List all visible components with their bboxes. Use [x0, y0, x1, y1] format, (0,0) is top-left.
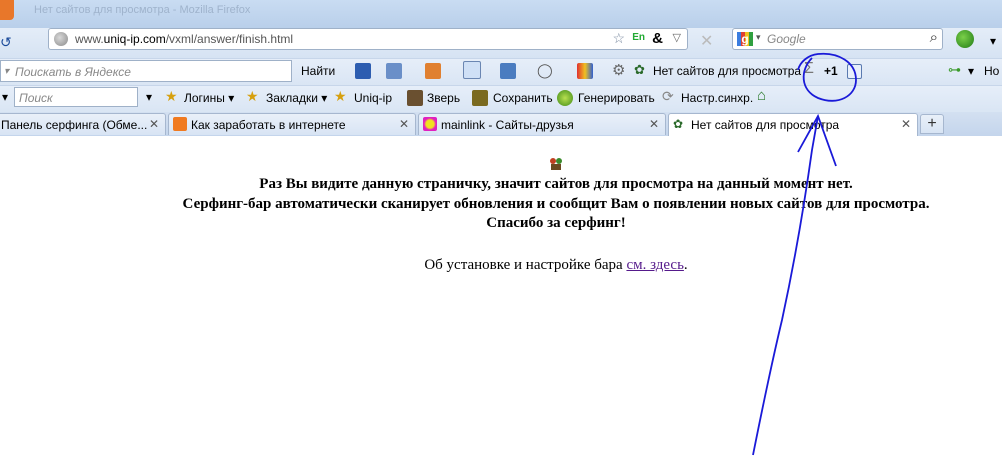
surf-status-label[interactable]: Нет сайтов для просмотра — [653, 64, 801, 78]
surf-figure-icon — [549, 157, 563, 171]
tab-surf-panel[interactable]: Панель серфинга (Обме... ✕ — [0, 113, 166, 135]
generate-icon — [557, 90, 573, 106]
bookmark-item-save[interactable]: Сохранить — [493, 91, 553, 105]
bookmark-item-logins[interactable]: Логины ▾ — [184, 91, 234, 105]
chevron-down-icon[interactable]: ▾ — [968, 64, 974, 78]
stop-icon[interactable]: ✕ — [700, 31, 713, 51]
transfer-icon[interactable] — [500, 63, 516, 79]
search-icon[interactable]: ⌕ — [930, 29, 938, 46]
bookmark-item-uniq-ip[interactable]: Uniq-ip — [354, 91, 392, 105]
site-identity-icon[interactable] — [54, 32, 68, 46]
star-icon: ★ — [334, 88, 347, 104]
chevron-down-icon[interactable]: ▾ — [2, 90, 8, 104]
chevron-down-icon[interactable]: ▾ — [4, 66, 9, 77]
translate-button-icon[interactable] — [463, 61, 481, 79]
bookmark-star-icon[interactable]: ☆ — [612, 30, 625, 47]
mail-icon[interactable] — [355, 63, 371, 79]
blogger-icon — [173, 117, 187, 131]
title-bar: Нет сайтов для просмотра - Mozilla Firef… — [0, 0, 1002, 28]
chevron-down-icon[interactable]: ▾ — [756, 32, 761, 43]
url-text[interactable]: www.uniq-ip.com/vxml/answer/finish.html — [75, 32, 293, 46]
google-icon[interactable]: g — [737, 32, 753, 46]
window-title: Нет сайтов для просмотра - Mozilla Firef… — [34, 4, 251, 16]
tab-no-sites[interactable]: ✿ Нет сайтов для просмотра ✕ — [668, 113, 918, 137]
close-icon[interactable]: ✕ — [149, 117, 159, 131]
cube-icon[interactable] — [577, 63, 593, 79]
yandex-search-input[interactable]: ▾ Поискать в Яндексе — [0, 60, 292, 82]
url-bar[interactable]: www.uniq-ip.com/vxml/answer/finish.html … — [48, 28, 688, 50]
bookmark-item-beast[interactable]: Зверь — [427, 91, 460, 105]
mainlink-icon — [423, 117, 437, 131]
chevron-down-icon[interactable]: ▾ — [146, 90, 152, 104]
message-line-1: Раз Вы видите данную страничку, значит с… — [259, 176, 853, 192]
surf-status-icon: ✿ — [673, 117, 684, 131]
setup-link[interactable]: см. здесь — [626, 257, 683, 273]
sync-icon: ⟳ — [662, 88, 674, 104]
sigma-icon[interactable]: Σ — [804, 60, 814, 78]
bookmark-item-bookmarks[interactable]: Закладки ▾ — [266, 91, 327, 105]
close-icon[interactable]: ✕ — [399, 117, 409, 131]
toolbar-right-label[interactable]: Но — [984, 64, 999, 78]
find-button[interactable]: Найти — [301, 64, 335, 78]
tab-mainlink[interactable]: mainlink - Сайты-друзья ✕ — [418, 113, 666, 135]
panel-icon[interactable] — [847, 64, 862, 79]
chat-icon[interactable]: ◯ — [537, 62, 553, 79]
setup-text: Об установке и настройке бара — [424, 257, 623, 273]
chevron-down-icon[interactable]: ▽ — [673, 31, 681, 44]
close-icon[interactable]: ✕ — [649, 117, 659, 131]
new-tab-button[interactable]: + — [920, 114, 944, 134]
firefox-menu-button[interactable] — [0, 0, 14, 20]
star-icon: ★ — [246, 88, 259, 104]
globe-icon[interactable] — [956, 30, 974, 48]
google-search-box[interactable]: g ▾ Google ⌕ — [732, 28, 943, 50]
home-icon[interactable]: ⌂ — [757, 87, 766, 104]
message-line-3: Спасибо за серфинг! — [486, 215, 626, 231]
ampersand-icon[interactable]: & — [652, 30, 663, 47]
tab-earn-money[interactable]: Как заработать в интернете ✕ — [168, 113, 416, 135]
bookmark-item-generate[interactable]: Генерировать — [578, 91, 655, 105]
message-line-2: Серфинг-бар автоматически сканирует обно… — [182, 196, 930, 212]
bookmark-item-sync-settings[interactable]: Настр.синхр. — [681, 91, 753, 105]
plus-one-counter[interactable]: +1 — [824, 64, 838, 78]
save-icon — [472, 90, 488, 106]
star-icon: ★ — [165, 88, 178, 104]
search-input[interactable]: Google — [767, 32, 806, 46]
setup-paragraph: Об установке и настройке бара см. здесь. — [424, 257, 688, 273]
chevron-down-icon[interactable]: ▾ — [990, 34, 996, 48]
gear-icon[interactable]: ⚙ — [612, 61, 625, 79]
toolbar-search-input[interactable]: Поиск — [14, 87, 138, 107]
back-icon[interactable]: ↺ — [0, 34, 12, 51]
close-icon[interactable]: ✕ — [901, 117, 911, 131]
key-icon[interactable]: ⊶ — [948, 62, 961, 78]
envelope-icon[interactable] — [386, 63, 402, 79]
surf-status-icon[interactable]: ✿ — [634, 62, 645, 78]
translate-icon[interactable]: En — [632, 32, 645, 43]
folder-icon[interactable] — [425, 63, 441, 79]
beast-icon — [407, 90, 423, 106]
